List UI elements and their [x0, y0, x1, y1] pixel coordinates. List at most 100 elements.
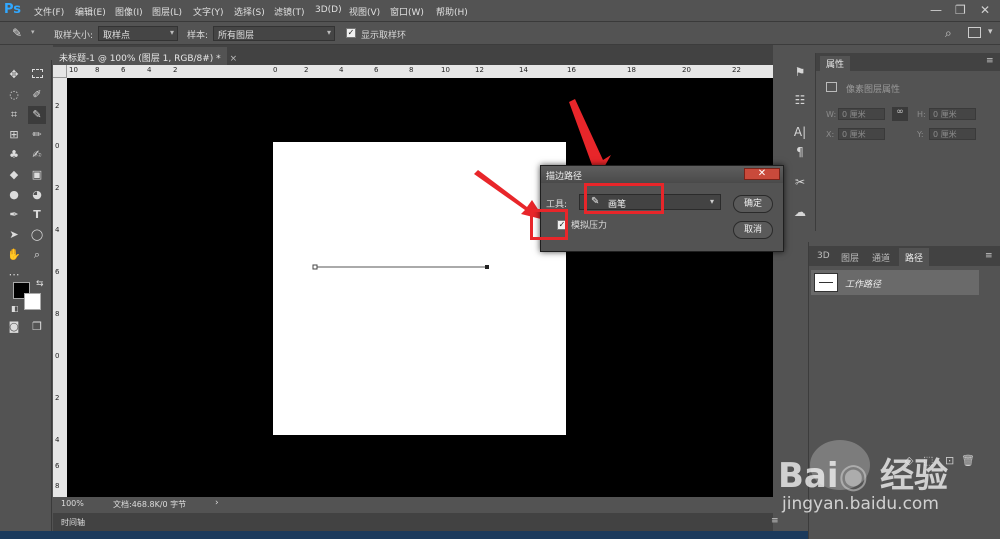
blur-tool-icon[interactable]: ●	[5, 186, 23, 204]
w-label: W:	[826, 110, 837, 119]
panel-icon-strip: ⚑ ☷ A| ¶ ✂ ☁	[787, 57, 813, 227]
timeline-tab[interactable]: 时间轴	[61, 517, 85, 528]
dialog-titlebar[interactable]: 描边路径 ✕	[541, 166, 783, 183]
brush-tool-icon[interactable]: ✏	[28, 126, 46, 144]
menu-view[interactable]: 视图(V)	[349, 5, 380, 18]
properties-panel: 属性 ≡ 像素图层属性 W: 0 厘米 ∞ H: 0 厘米 X: 0 厘米 Y:…	[815, 53, 1000, 231]
sample-size-select[interactable]: 取样点 ▾	[98, 26, 178, 41]
type-tool-icon[interactable]: T	[28, 206, 46, 224]
ruler-tick-label: 20	[682, 66, 691, 74]
crop-tool-icon[interactable]: ⌗	[5, 106, 23, 124]
stroke-path-icon[interactable]: ◇	[905, 454, 913, 467]
menu-edit[interactable]: 编辑(E)	[75, 5, 106, 18]
menu-layer[interactable]: 图层(L)	[152, 5, 182, 18]
ruler-origin[interactable]	[53, 65, 67, 78]
ruler-tick-label: 16	[567, 66, 576, 74]
show-ring-checkbox[interactable]: ✓	[346, 28, 356, 38]
chevron-down-icon[interactable]: ▾	[31, 28, 35, 36]
load-selection-icon[interactable]: ⬚	[923, 454, 933, 467]
ruler-tick-label: 6	[374, 66, 379, 74]
document-tab-title: 未标题-1 @ 100% (图层 1, RGB/8#) *	[59, 54, 221, 64]
swap-colors-icon[interactable]: ⇆	[36, 279, 44, 289]
menu-file[interactable]: 文件(F)	[34, 5, 64, 18]
search-icon[interactable]: ⌕	[945, 26, 952, 41]
ruler-tick-label: 8	[55, 310, 60, 318]
restore-icon[interactable]: ❐	[955, 3, 966, 17]
document-canvas[interactable]	[273, 142, 566, 435]
document-tab[interactable]: 未标题-1 @ 100% (图层 1, RGB/8#) * ×	[53, 47, 237, 65]
menu-filter[interactable]: 滤镜(T)	[274, 5, 305, 18]
shape-tool-icon[interactable]: ◯	[28, 226, 46, 244]
tools-panel: ✥ ◌ ✐ ⌗ ✎ ⊞ ✏ ♣ ✍ ◆ ▣ ● ◕ ✒ T ➤ ◯ ✋ ⌕ ⋯ …	[0, 60, 52, 539]
horizontal-ruler[interactable]: 10 8 6 4 2 0 2 4 6 8 10 12 14 16 18 20 2…	[67, 65, 773, 78]
pen-tool-icon[interactable]: ✒	[5, 206, 23, 224]
ruler-tick-label: 4	[339, 66, 344, 74]
menu-3d[interactable]: 3D(D)	[315, 5, 342, 15]
zoom-tool-icon[interactable]: ⌕	[28, 246, 46, 264]
tab-paths[interactable]: 路径	[899, 248, 930, 267]
width-field[interactable]: 0 厘米	[838, 108, 885, 120]
healing-brush-icon[interactable]: ⊞	[5, 126, 23, 144]
panel-menu-icon[interactable]: ≡	[985, 251, 993, 261]
paragraph-icon[interactable]: ¶	[789, 141, 811, 163]
y-label: Y:	[917, 130, 924, 139]
quick-select-icon[interactable]: ✐	[28, 86, 46, 104]
workspace-icon[interactable]	[968, 27, 981, 38]
panel-menu-icon[interactable]: ≡	[986, 56, 994, 66]
actions-icon[interactable]: ☷	[789, 89, 811, 111]
chevron-down-icon[interactable]: ▾	[988, 27, 993, 37]
eyedropper-icon[interactable]: ✎	[12, 26, 22, 40]
tab-channels[interactable]: 通道	[872, 251, 890, 264]
sample-select[interactable]: 所有图层 ▾	[213, 26, 335, 41]
tab-layers[interactable]: 图层	[841, 251, 859, 264]
menu-type[interactable]: 文字(Y)	[193, 5, 224, 18]
hand-tool-icon[interactable]: ✋	[5, 246, 23, 264]
cancel-button[interactable]: 取消	[733, 221, 773, 239]
sample-size-label: 取样大小:	[54, 31, 94, 41]
dialog-close-button[interactable]: ✕	[744, 168, 780, 180]
dodge-tool-icon[interactable]: ◕	[28, 186, 46, 204]
height-field[interactable]: 0 厘米	[929, 108, 976, 120]
move-tool-icon[interactable]: ✥	[5, 66, 23, 84]
close-tab-icon[interactable]: ×	[230, 54, 238, 64]
menu-help[interactable]: 帮助(H)	[436, 5, 468, 18]
zoom-level[interactable]: 100%	[61, 499, 84, 508]
ok-button[interactable]: 确定	[733, 195, 773, 213]
y-field[interactable]: 0 厘米	[929, 128, 976, 140]
properties-tab[interactable]: 属性	[820, 56, 851, 71]
minimize-icon[interactable]: —	[930, 3, 942, 17]
screen-mode-icon[interactable]: ❐	[28, 318, 46, 336]
eyedropper-tool-icon[interactable]: ✎	[28, 106, 46, 124]
trash-icon[interactable]: 🗑	[961, 454, 975, 467]
link-icon[interactable]: ∞	[892, 107, 908, 121]
menu-image[interactable]: 图像(I)	[115, 5, 143, 18]
background-color-swatch[interactable]	[24, 293, 41, 310]
quick-mask-icon[interactable]: ◙	[5, 318, 23, 336]
path-select-icon[interactable]: ➤	[5, 226, 23, 244]
ruler-tick-label: 12	[475, 66, 484, 74]
chevron-right-icon[interactable]: ›	[215, 498, 219, 508]
tab-3d[interactable]: 3D	[817, 251, 830, 261]
menu-select[interactable]: 选择(S)	[234, 5, 265, 18]
character-icon[interactable]: A|	[789, 121, 811, 143]
lasso-tool-icon[interactable]: ◌	[5, 86, 23, 104]
ruler-tick-label: 6	[55, 268, 60, 276]
gradient-tool-icon[interactable]: ▣	[28, 166, 46, 184]
panel-menu-icon[interactable]: ≡	[771, 516, 779, 526]
path-thumbnail	[814, 273, 838, 292]
ruler-tick-label: 8	[95, 66, 100, 74]
eraser-tool-icon[interactable]: ◆	[5, 166, 23, 184]
path-row-selected[interactable]: 工作路径	[811, 270, 979, 295]
marquee-tool-icon[interactable]	[28, 66, 46, 84]
default-colors-icon[interactable]: ◧	[11, 304, 19, 313]
x-field[interactable]: 0 厘米	[838, 128, 885, 140]
libraries-icon[interactable]: ☁	[789, 201, 811, 223]
clone-stamp-icon[interactable]: ♣	[5, 146, 23, 164]
vertical-ruler[interactable]: 2 0 2 4 6 8 0 2 4 6 8	[53, 78, 67, 497]
close-window-icon[interactable]: ✕	[980, 3, 990, 17]
tool-presets-icon[interactable]: ✂	[789, 171, 811, 193]
history-icon[interactable]: ⚑	[789, 61, 811, 83]
history-brush-icon[interactable]: ✍	[28, 146, 46, 164]
new-path-icon[interactable]: ⊡	[945, 454, 954, 467]
menu-window[interactable]: 窗口(W)	[390, 5, 424, 18]
